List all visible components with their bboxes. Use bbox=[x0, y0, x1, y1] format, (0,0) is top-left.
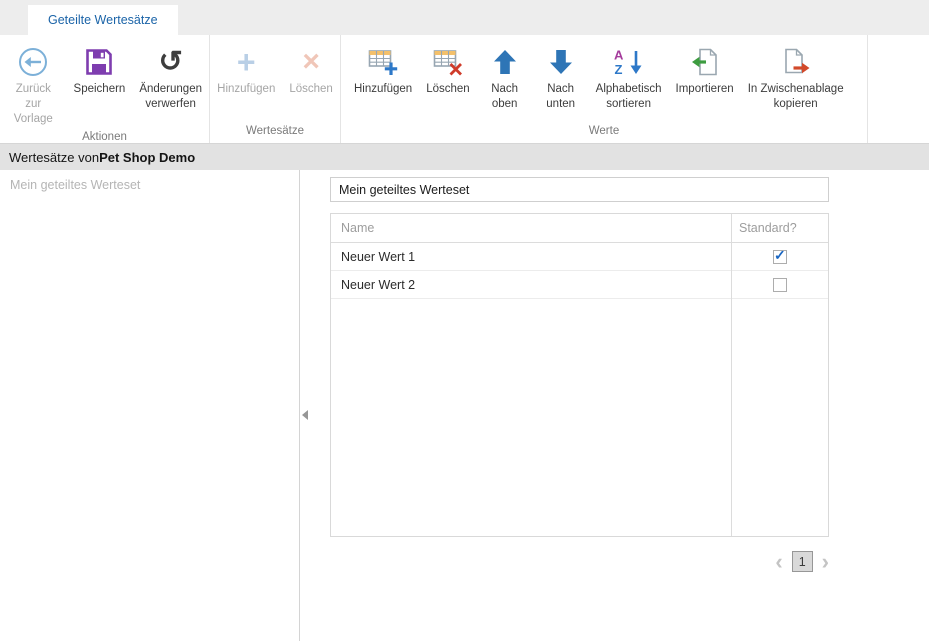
ribbon: Zurück zur Vorlage Speichern bbox=[0, 35, 929, 144]
save-icon bbox=[78, 42, 120, 82]
arrow-up-icon bbox=[484, 42, 526, 82]
button-label: Importieren bbox=[676, 82, 734, 97]
valueset-name-input[interactable] bbox=[330, 177, 829, 202]
button-label: Löschen bbox=[289, 82, 332, 97]
pagination: ‹ 1 › bbox=[330, 551, 829, 572]
button-label: Änderungen verwerfen bbox=[139, 82, 202, 112]
back-to-template-button[interactable]: Zurück zur Vorlage bbox=[0, 40, 67, 127]
ribbon-group-wertesaetze: + Hinzufügen × Löschen Wertesätze bbox=[210, 35, 341, 143]
table-row[interactable]: Neuer Wert 1 bbox=[331, 243, 828, 271]
valueset-add-button[interactable]: + Hinzufügen bbox=[210, 40, 282, 97]
ribbon-group-label-wertesaetze: Wertesätze bbox=[210, 121, 340, 143]
table-header-row: Name Standard? bbox=[331, 214, 828, 243]
arrow-down-icon bbox=[540, 42, 582, 82]
button-label: Hinzufügen bbox=[354, 82, 412, 97]
import-icon bbox=[684, 42, 726, 82]
column-header-standard: Standard? bbox=[731, 221, 828, 235]
button-label: In Zwischenablage kopieren bbox=[748, 82, 844, 112]
move-down-button[interactable]: Nach unten bbox=[533, 40, 589, 112]
save-button[interactable]: Speichern bbox=[67, 40, 133, 97]
button-label: Löschen bbox=[426, 82, 469, 97]
svg-text:Z: Z bbox=[614, 62, 622, 77]
copy-to-clipboard-button[interactable]: In Zwischenablage kopieren bbox=[741, 40, 851, 112]
value-name-cell[interactable]: Neuer Wert 2 bbox=[331, 278, 731, 292]
value-delete-button[interactable]: Löschen bbox=[419, 40, 476, 97]
plus-icon: + bbox=[225, 42, 267, 82]
app-window: Geteilte Wertesätze Zurück zur Vorlage bbox=[0, 0, 929, 641]
standard-checkbox[interactable] bbox=[773, 278, 787, 292]
import-button[interactable]: Importieren bbox=[669, 40, 741, 97]
sidebar-collapse-handle[interactable] bbox=[302, 408, 310, 422]
column-header-name: Name bbox=[331, 221, 731, 235]
move-up-button[interactable]: Nach oben bbox=[477, 40, 533, 112]
undo-icon: ↺ bbox=[150, 42, 192, 82]
ribbon-group-label-werte: Werte bbox=[341, 121, 867, 143]
tab-bar: Geteilte Wertesätze bbox=[0, 0, 929, 35]
prev-page-icon[interactable]: ‹ bbox=[775, 552, 782, 572]
sort-alphabetical-button[interactable]: A Z Alphabetisch sortieren bbox=[589, 40, 669, 112]
next-page-icon[interactable]: › bbox=[822, 552, 829, 572]
copy-clipboard-icon bbox=[775, 42, 817, 82]
button-label: Nach unten bbox=[546, 82, 575, 112]
button-label: Speichern bbox=[74, 82, 126, 97]
current-page-button[interactable]: 1 bbox=[792, 551, 813, 572]
value-name-cell[interactable]: Neuer Wert 1 bbox=[331, 250, 731, 264]
ribbon-group-aktionen: Zurück zur Vorlage Speichern bbox=[0, 35, 210, 143]
valueset-delete-button[interactable]: × Löschen bbox=[282, 40, 339, 97]
svg-text:A: A bbox=[614, 48, 624, 63]
table-delete-icon bbox=[427, 42, 469, 82]
sort-az-icon: A Z bbox=[608, 42, 650, 82]
valueset-list-sidebar: Mein geteiltes Werteset bbox=[0, 170, 300, 641]
page-title-bar: Wertesätze von Pet Shop Demo bbox=[0, 144, 929, 170]
value-add-button[interactable]: Hinzufügen bbox=[347, 40, 419, 97]
button-label: Alphabetisch sortieren bbox=[596, 82, 662, 112]
button-label: Nach oben bbox=[491, 82, 518, 112]
back-circle-icon bbox=[12, 42, 54, 82]
sidebar-item-mein-geteiltes-werteset[interactable]: Mein geteiltes Werteset bbox=[0, 170, 299, 200]
ribbon-group-werte: Hinzufügen Löschen bbox=[341, 35, 868, 143]
button-label: Hinzufügen bbox=[217, 82, 275, 97]
table-row[interactable]: Neuer Wert 2 bbox=[331, 271, 828, 299]
table-add-icon bbox=[362, 42, 404, 82]
values-table: Name Standard? Neuer Wert 1 Neuer Wert 2 bbox=[330, 213, 829, 537]
column-divider bbox=[731, 214, 732, 536]
chevron-left-icon bbox=[302, 410, 308, 420]
standard-checkbox[interactable] bbox=[773, 250, 787, 264]
button-label: Zurück zur Vorlage bbox=[7, 82, 60, 127]
page-title-prefix: Wertesätze von bbox=[9, 150, 99, 165]
discard-changes-button[interactable]: ↺ Änderungen verwerfen bbox=[132, 40, 209, 112]
tab-geteilte-wertesaetze[interactable]: Geteilte Wertesätze bbox=[28, 5, 178, 35]
x-icon: × bbox=[290, 42, 332, 82]
page-title-name: Pet Shop Demo bbox=[99, 150, 195, 165]
